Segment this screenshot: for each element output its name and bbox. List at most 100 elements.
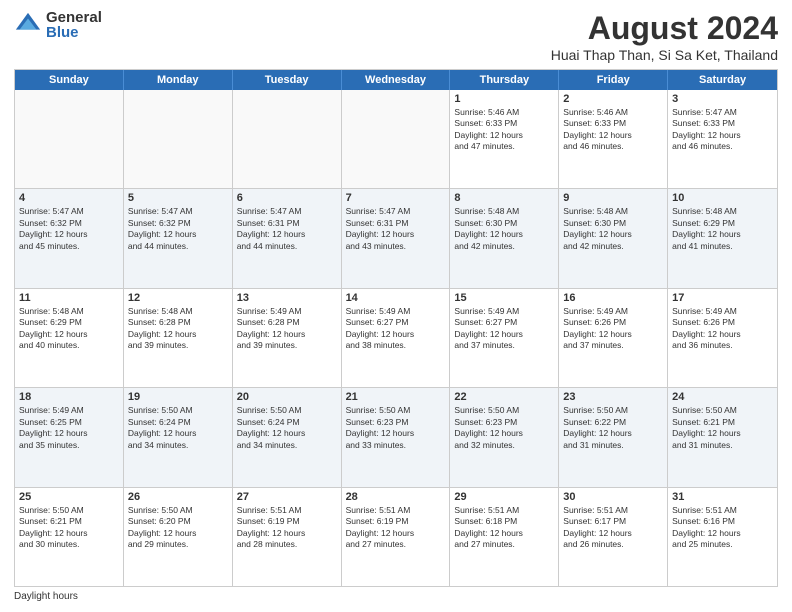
day-number: 10 bbox=[672, 192, 773, 204]
day-cell-12: 12 Sunrise: 5:48 AM Sunset: 6:28 PM Dayli… bbox=[124, 289, 233, 387]
logo-blue: Blue bbox=[46, 25, 102, 40]
day-info: Sunrise: 5:48 AM Sunset: 6:30 PM Dayligh… bbox=[454, 206, 554, 252]
day-cell-18: 18 Sunrise: 5:49 AM Sunset: 6:25 PM Dayli… bbox=[15, 388, 124, 486]
day-info: Sunrise: 5:50 AM Sunset: 6:23 PM Dayligh… bbox=[346, 405, 446, 451]
day-number: 3 bbox=[672, 93, 773, 105]
day-cell-11: 11 Sunrise: 5:48 AM Sunset: 6:29 PM Dayli… bbox=[15, 289, 124, 387]
day-number: 7 bbox=[346, 192, 446, 204]
calendar: SundayMondayTuesdayWednesdayThursdayFrid… bbox=[14, 69, 778, 587]
day-info: Sunrise: 5:50 AM Sunset: 6:22 PM Dayligh… bbox=[563, 405, 663, 451]
day-cell-9: 9Sunrise: 5:48 AM Sunset: 6:30 PM Daylig… bbox=[559, 189, 668, 287]
day-cell-30: 30Sunrise: 5:51 AM Sunset: 6:17 PM Dayli… bbox=[559, 488, 668, 586]
day-info: Sunrise: 5:48 AM Sunset: 6:30 PM Dayligh… bbox=[563, 206, 663, 252]
day-number: 12 bbox=[128, 292, 228, 304]
week-row-3: 11 Sunrise: 5:48 AM Sunset: 6:29 PM Dayli… bbox=[15, 289, 777, 388]
header-day-monday: Monday bbox=[124, 70, 233, 90]
day-info: Sunrise: 5:51 AM Sunset: 6:17 PM Dayligh… bbox=[563, 505, 663, 551]
logo: General Blue bbox=[14, 10, 102, 40]
day-info: Sunrise: 5:50 AM Sunset: 6:24 PM Dayligh… bbox=[128, 405, 228, 451]
day-number: 22 bbox=[454, 391, 554, 403]
day-cell-5: 5Sunrise: 5:47 AM Sunset: 6:32 PM Daylig… bbox=[124, 189, 233, 287]
day-cell-13: 13 Sunrise: 5:49 AM Sunset: 6:28 PM Dayli… bbox=[233, 289, 342, 387]
day-info: Sunrise: 5:47 AM Sunset: 6:32 PM Dayligh… bbox=[128, 206, 228, 252]
day-number: 6 bbox=[237, 192, 337, 204]
day-number: 14 bbox=[346, 292, 446, 304]
day-info: Sunrise: 5:50 AM Sunset: 6:21 PM Dayligh… bbox=[672, 405, 773, 451]
day-number: 11 bbox=[19, 292, 119, 304]
day-info: Sunrise: 5:51 AM Sunset: 6:19 PM Dayligh… bbox=[346, 505, 446, 551]
empty-cell-w0c0 bbox=[15, 90, 124, 188]
day-cell-4: 4Sunrise: 5:47 AM Sunset: 6:32 PM Daylig… bbox=[15, 189, 124, 287]
day-cell-19: 19 Sunrise: 5:50 AM Sunset: 6:24 PM Dayli… bbox=[124, 388, 233, 486]
footer-note: Daylight hours bbox=[14, 591, 778, 602]
day-cell-22: 22Sunrise: 5:50 AM Sunset: 6:23 PM Dayli… bbox=[450, 388, 559, 486]
calendar-body: 1Sunrise: 5:46 AM Sunset: 6:33 PM Daylig… bbox=[15, 90, 777, 586]
day-number: 16 bbox=[563, 292, 663, 304]
header-day-saturday: Saturday bbox=[668, 70, 777, 90]
day-cell-15: 15 Sunrise: 5:49 AM Sunset: 6:27 PM Dayli… bbox=[450, 289, 559, 387]
day-info: Sunrise: 5:49 AM Sunset: 6:26 PM Dayligh… bbox=[672, 306, 773, 352]
day-info: Sunrise: 5:49 AM Sunset: 6:27 PM Dayligh… bbox=[454, 306, 554, 352]
day-number: 25 bbox=[19, 491, 119, 503]
day-info: Sunrise: 5:47 AM Sunset: 6:32 PM Dayligh… bbox=[19, 206, 119, 252]
day-cell-28: 28 Sunrise: 5:51 AM Sunset: 6:19 PM Dayli… bbox=[342, 488, 451, 586]
day-info: Sunrise: 5:51 AM Sunset: 6:16 PM Dayligh… bbox=[672, 505, 773, 551]
day-cell-1: 1Sunrise: 5:46 AM Sunset: 6:33 PM Daylig… bbox=[450, 90, 559, 188]
day-number: 28 bbox=[346, 491, 446, 503]
day-info: Sunrise: 5:49 AM Sunset: 6:28 PM Dayligh… bbox=[237, 306, 337, 352]
header-day-wednesday: Wednesday bbox=[342, 70, 451, 90]
title-block: August 2024 Huai Thap Than, Si Sa Ket, T… bbox=[551, 10, 778, 63]
empty-cell-w0c2 bbox=[233, 90, 342, 188]
logo-icon bbox=[14, 11, 42, 39]
day-info: Sunrise: 5:50 AM Sunset: 6:21 PM Dayligh… bbox=[19, 505, 119, 551]
header-day-tuesday: Tuesday bbox=[233, 70, 342, 90]
day-info: Sunrise: 5:47 AM Sunset: 6:31 PM Dayligh… bbox=[237, 206, 337, 252]
subtitle: Huai Thap Than, Si Sa Ket, Thailand bbox=[551, 47, 778, 63]
day-number: 8 bbox=[454, 192, 554, 204]
week-row-5: 25 Sunrise: 5:50 AM Sunset: 6:21 PM Dayli… bbox=[15, 488, 777, 586]
day-cell-7: 7 Sunrise: 5:47 AM Sunset: 6:31 PM Daylig… bbox=[342, 189, 451, 287]
day-info: Sunrise: 5:51 AM Sunset: 6:18 PM Dayligh… bbox=[454, 505, 554, 551]
day-cell-24: 24 Sunrise: 5:50 AM Sunset: 6:21 PM Dayli… bbox=[668, 388, 777, 486]
day-info: Sunrise: 5:49 AM Sunset: 6:26 PM Dayligh… bbox=[563, 306, 663, 352]
day-info: Sunrise: 5:47 AM Sunset: 6:31 PM Dayligh… bbox=[346, 206, 446, 252]
header: General Blue August 2024 Huai Thap Than,… bbox=[14, 10, 778, 63]
day-number: 13 bbox=[237, 292, 337, 304]
day-number: 20 bbox=[237, 391, 337, 403]
day-info: Sunrise: 5:48 AM Sunset: 6:29 PM Dayligh… bbox=[672, 206, 773, 252]
day-cell-27: 27Sunrise: 5:51 AM Sunset: 6:19 PM Dayli… bbox=[233, 488, 342, 586]
day-number: 31 bbox=[672, 491, 773, 503]
empty-cell-w0c3 bbox=[342, 90, 451, 188]
day-info: Sunrise: 5:48 AM Sunset: 6:29 PM Dayligh… bbox=[19, 306, 119, 352]
day-cell-16: 16 Sunrise: 5:49 AM Sunset: 6:26 PM Dayli… bbox=[559, 289, 668, 387]
day-cell-3: 3 Sunrise: 5:47 AM Sunset: 6:33 PM Daylig… bbox=[668, 90, 777, 188]
day-info: Sunrise: 5:50 AM Sunset: 6:20 PM Dayligh… bbox=[128, 505, 228, 551]
day-cell-26: 26 Sunrise: 5:50 AM Sunset: 6:20 PM Dayli… bbox=[124, 488, 233, 586]
day-number: 21 bbox=[346, 391, 446, 403]
day-number: 18 bbox=[19, 391, 119, 403]
day-cell-10: 10 Sunrise: 5:48 AM Sunset: 6:29 PM Dayli… bbox=[668, 189, 777, 287]
day-number: 1 bbox=[454, 93, 554, 105]
week-row-2: 4Sunrise: 5:47 AM Sunset: 6:32 PM Daylig… bbox=[15, 189, 777, 288]
header-day-thursday: Thursday bbox=[450, 70, 559, 90]
day-number: 26 bbox=[128, 491, 228, 503]
page: General Blue August 2024 Huai Thap Than,… bbox=[0, 0, 792, 612]
day-cell-20: 20 Sunrise: 5:50 AM Sunset: 6:24 PM Dayli… bbox=[233, 388, 342, 486]
day-info: Sunrise: 5:49 AM Sunset: 6:27 PM Dayligh… bbox=[346, 306, 446, 352]
day-cell-14: 14 Sunrise: 5:49 AM Sunset: 6:27 PM Dayli… bbox=[342, 289, 451, 387]
day-cell-2: 2Sunrise: 5:46 AM Sunset: 6:33 PM Daylig… bbox=[559, 90, 668, 188]
main-title: August 2024 bbox=[551, 10, 778, 47]
day-number: 19 bbox=[128, 391, 228, 403]
day-number: 29 bbox=[454, 491, 554, 503]
logo-general: General bbox=[46, 10, 102, 25]
day-info: Sunrise: 5:47 AM Sunset: 6:33 PM Dayligh… bbox=[672, 107, 773, 153]
day-info: Sunrise: 5:48 AM Sunset: 6:28 PM Dayligh… bbox=[128, 306, 228, 352]
day-number: 24 bbox=[672, 391, 773, 403]
day-cell-23: 23Sunrise: 5:50 AM Sunset: 6:22 PM Dayli… bbox=[559, 388, 668, 486]
header-day-friday: Friday bbox=[559, 70, 668, 90]
day-info: Sunrise: 5:49 AM Sunset: 6:25 PM Dayligh… bbox=[19, 405, 119, 451]
day-number: 15 bbox=[454, 292, 554, 304]
day-info: Sunrise: 5:50 AM Sunset: 6:24 PM Dayligh… bbox=[237, 405, 337, 451]
day-cell-17: 17Sunrise: 5:49 AM Sunset: 6:26 PM Dayli… bbox=[668, 289, 777, 387]
day-number: 27 bbox=[237, 491, 337, 503]
